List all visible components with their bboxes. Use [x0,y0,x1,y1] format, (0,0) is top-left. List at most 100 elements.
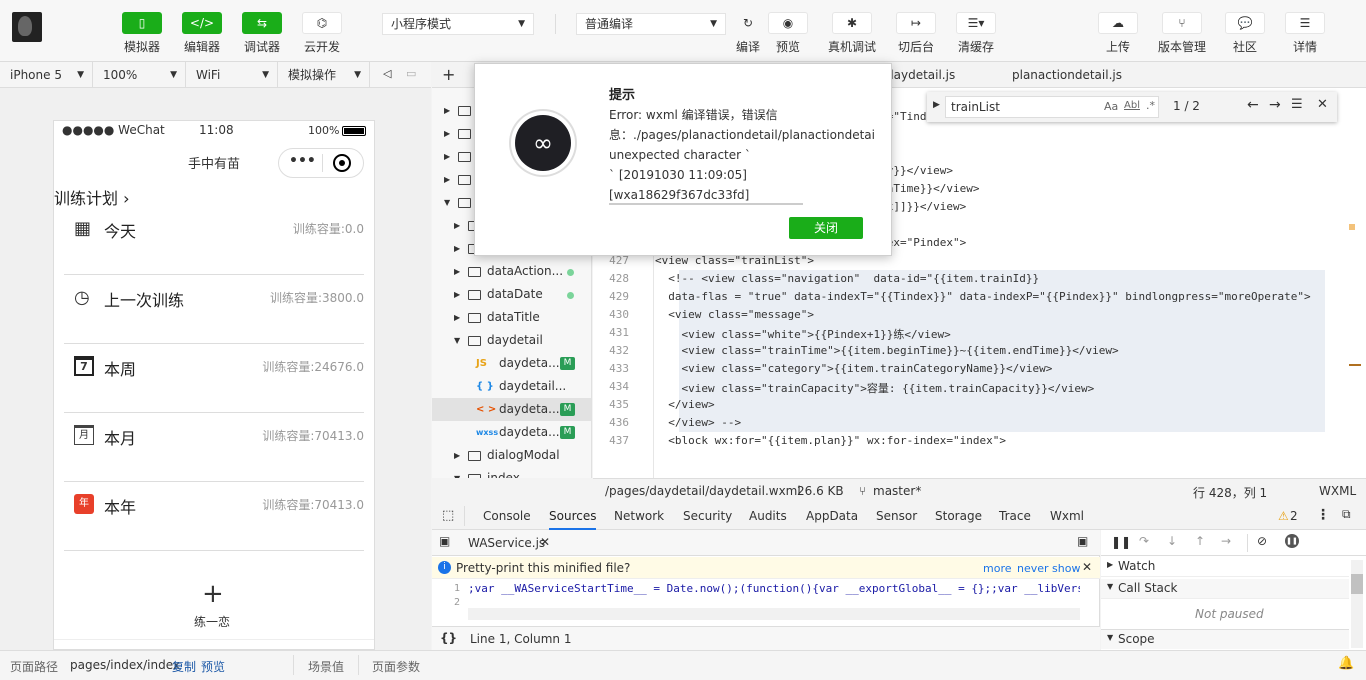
step-icon[interactable]: → [1221,534,1231,548]
close-icon[interactable]: ✕ [540,535,550,549]
tree-file-wxss[interactable]: wxss daydeta... M [432,421,591,444]
language-mode[interactable]: WXML [1319,484,1356,498]
tree-file-js[interactable]: JS daydeta... M [432,352,591,375]
list-item-last[interactable]: ◷ 上一次训练 训练容量:3800.0 [64,275,364,344]
code-line[interactable]: <view class="trainTime">{{item.beginTime… [655,344,1118,357]
cursor-position[interactable]: 行 428，列 1 [1193,484,1267,501]
deactivate-breakpoints-icon[interactable]: ⊘ [1257,534,1267,548]
tab-console[interactable]: Console [483,509,531,523]
tree-folder-daydetail[interactable]: ▼ daydetail [432,329,591,352]
arrow-down-icon[interactable]: → [1269,97,1281,113]
tab-network[interactable]: Network [614,509,664,523]
capsule-menu[interactable]: ••• [278,148,364,178]
bell-icon[interactable]: 🔔 [1338,656,1354,671]
copy-link[interactable]: 复制 [172,658,196,675]
device-select[interactable]: iPhone 5 ▼ [0,62,93,88]
scene-value[interactable]: 场景值 [308,658,344,675]
tab-daydetail-js[interactable]: daydetail.js [886,68,955,82]
code-line[interactable]: <!-- <view class="navigation" data-id="{… [655,272,1039,285]
code-line[interactable]: <block wx:for="{{item.plan}}" wx:for-ind… [655,434,1006,447]
never-show-link[interactable]: never show [1017,562,1080,575]
close-target-icon[interactable] [333,154,351,172]
selection-icon[interactable]: ☰ [1291,97,1303,112]
close-icon[interactable]: ✕ [1317,97,1328,112]
inspect-icon[interactable]: ⬚ [442,508,454,523]
code-line[interactable]: <view class="category">{{item.trainCateg… [655,362,1052,375]
code-line[interactable]: </view> [655,398,714,411]
tree-folder-index[interactable]: ▼index [432,467,591,478]
match-case-icon[interactable]: Aa [1104,100,1118,113]
simulator-button[interactable]: ▯ 模拟器 [112,12,172,55]
file-tab[interactable]: WAService.js [468,536,545,550]
vertical-scrollbar[interactable] [1351,560,1363,648]
tree-folder-datatitle[interactable]: ▶ dataTitle [432,306,591,329]
step-over-icon[interactable]: ↷ [1139,534,1149,548]
list-item-today[interactable]: ▦ 今天 训练容量:0.0 [64,206,364,275]
cloud-dev-button[interactable]: ⌬ 云开发 [292,12,352,55]
pause-exceptions-icon[interactable]: ❚❚ [1285,534,1299,548]
tab-appdata[interactable]: AppData [806,509,858,523]
close-button[interactable]: 关闭 [789,217,863,239]
add-training-label[interactable]: 练一恋 [194,613,230,630]
network-select[interactable]: WiFi ▼ [186,62,278,88]
simulate-select[interactable]: 模拟操作 ▼ [278,62,370,88]
find-input[interactable]: trainList Aa Abl .* [945,96,1159,118]
preview-link[interactable]: 预览 [201,658,225,675]
tree-folder-dialogmodal[interactable]: ▶ dialogModal [432,444,591,467]
list-item-year[interactable]: 年 本年 训练容量:70413.0 [64,482,364,551]
toggle-navigator-icon[interactable]: ▣ [439,534,450,548]
code-line[interactable]: <view class="white">{{Pindex+1}}练</view> [655,326,950,342]
code-line[interactable]: ;var __WAServiceStartTime__ = Date.now()… [468,582,1080,596]
toggle-debugger-icon[interactable]: ▣ [1077,534,1088,548]
code-line[interactable]: <view class="message"> [655,308,814,321]
horizontal-scrollbar[interactable] [468,608,1080,620]
dock-icon[interactable]: ⧉ [1342,507,1351,522]
zoom-select[interactable]: 100% ▼ [93,62,186,88]
whole-word-icon[interactable]: Abl [1124,100,1140,111]
compile-mode-select[interactable]: 普通编译 ▼ [576,13,726,35]
tree-folder-dataaction[interactable]: ▶ dataAction... [432,260,591,283]
regex-icon[interactable]: .* [1146,99,1155,112]
more-dots-icon[interactable]: ••• [289,153,316,169]
upload-button[interactable]: ☁ 上传 [1088,12,1148,55]
tab-wxml[interactable]: Wxml [1050,509,1084,523]
step-out-icon[interactable]: ↑ [1195,534,1205,548]
background-button[interactable]: ↦ 切后台 [886,12,946,55]
tree-file-json[interactable]: { } daydetail... [432,375,591,398]
warning-icon[interactable]: ⚠ [1278,509,1289,523]
community-button[interactable]: 💬 社区 [1215,12,1275,55]
call-stack-section[interactable]: ▼ Call Stack [1101,579,1349,599]
close-icon[interactable]: ✕ [1082,560,1092,574]
editor-button[interactable]: </> 编辑器 [172,12,232,55]
pretty-print-icon[interactable]: {} [440,631,457,645]
details-button[interactable]: ☰ 详情 [1275,12,1335,55]
add-icon[interactable]: + [202,581,224,607]
window-icon[interactable]: ▭ [406,67,416,80]
user-avatar[interactable] [12,12,42,42]
list-item-month[interactable]: 月 本月 训练容量:70413.0 [64,413,364,482]
arrow-up-icon[interactable]: ← [1247,97,1259,113]
scope-section[interactable]: ▼ Scope [1101,629,1349,649]
tab-security[interactable]: Security [683,509,732,523]
tab-trace[interactable]: Trace [999,509,1031,523]
page-params[interactable]: 页面参数 [372,658,420,675]
clear-cache-button[interactable]: ☰▾ 清缓存 [946,12,1006,55]
tree-folder-datadate[interactable]: ▶ dataDate [432,283,591,306]
volume-icon[interactable]: ◁ [383,67,391,80]
code-line[interactable]: <view class="trainCapacity">容量: {{item.t… [655,380,1094,396]
debugger-button[interactable]: ⇆ 调试器 [232,12,292,55]
more-link[interactable]: more [983,562,1012,575]
tab-sensor[interactable]: Sensor [876,509,917,523]
tab-audits[interactable]: Audits [749,509,787,523]
version-button[interactable]: ⑂ 版本管理 [1152,12,1212,55]
preview-button[interactable]: ◉ 预览 [758,12,818,55]
watch-section[interactable]: ▶ Watch [1101,557,1349,577]
list-item-week[interactable]: 7 本周 训练容量:24676.0 [64,344,364,413]
mode-select[interactable]: 小程序模式 ▼ [382,13,534,35]
chevron-right-icon[interactable]: ▶ [933,100,940,110]
pause-icon[interactable]: ❚❚ [1111,535,1131,549]
remote-debug-button[interactable]: ✱ 真机调试 [822,12,882,55]
tab-planactiondetail-js[interactable]: planactiondetail.js [1012,68,1122,82]
branch-label[interactable]: master* [873,484,921,498]
tab-sources[interactable]: Sources [549,509,597,530]
